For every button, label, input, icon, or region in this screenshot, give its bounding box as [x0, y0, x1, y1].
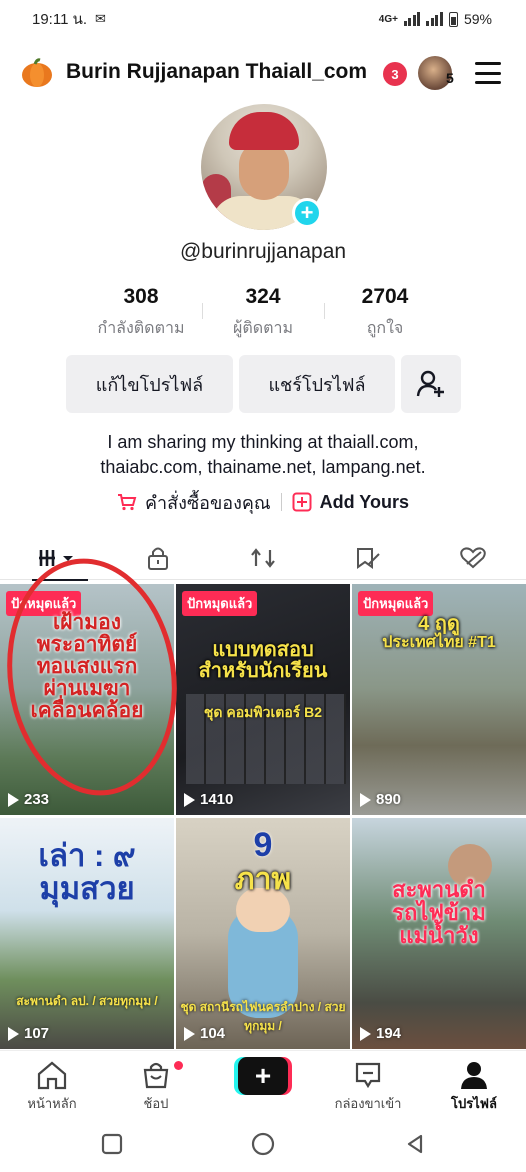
orders-link[interactable]: คำสั่งซื้อของคุณ [117, 488, 271, 517]
nav-profile[interactable]: โปรไฟล์ [424, 1057, 524, 1114]
saved-icon [356, 548, 380, 569]
profile-header: Burin Rujjanapan Thaiall_com 3 5 [0, 50, 526, 96]
nav-home[interactable]: หน้าหลัก [2, 1057, 102, 1114]
play-icon [184, 792, 195, 807]
nav-label: โปรไฟล์ [451, 1096, 497, 1111]
nav-shop[interactable]: ช้อป [106, 1057, 206, 1114]
signal-icon-2 [426, 12, 443, 26]
network-label: 4G+ [378, 13, 398, 25]
shop-bag-icon [143, 1062, 169, 1089]
video-title: 4 ฤดู ประเทศไทย #T1 [382, 613, 496, 651]
stat-followers[interactable]: 324 ผู้ติดตาม [202, 285, 324, 341]
stat-label: กำลังติดตาม [97, 320, 185, 337]
notification-badge: 3 [383, 62, 407, 86]
play-icon [184, 1026, 195, 1041]
nav-label: หน้าหลัก [27, 1096, 77, 1111]
back-icon[interactable] [404, 1133, 426, 1155]
add-avatar-icon[interactable]: + [292, 198, 322, 228]
bottom-navigation: หน้าหลัก ช้อป + กล่องขาเข้า โปรไฟล์ [0, 1050, 526, 1120]
plus-icon: + [238, 1057, 288, 1095]
stat-label: ถูกใจ [366, 320, 404, 337]
add-user-icon [416, 370, 444, 397]
video-tile[interactable]: สะพานดำ รถไฟข้าม แม่น้ำวัง 194 [352, 818, 526, 1049]
stat-following[interactable]: 308 กำลังติดตาม [80, 285, 202, 341]
video-title: สะพานดำ รถไฟข้าม แม่น้ำวัง [392, 877, 486, 949]
edit-profile-button[interactable]: แก้ไขโปรไฟล์ [66, 355, 233, 413]
add-yours-label: Add Yours [319, 491, 409, 512]
lock-icon [147, 547, 168, 570]
bio-line: thaiabc.com, thainame.net, lampang.net. [100, 457, 426, 477]
shop-notification-dot [174, 1061, 183, 1070]
battery-percent: 59% [463, 11, 492, 27]
create-button[interactable]: + [234, 1057, 292, 1095]
profile-links: คำสั่งซื้อของคุณ Add Yours [0, 488, 526, 516]
system-navigation [0, 1120, 526, 1172]
video-title: 9 ภาพ [234, 826, 292, 896]
view-count: 107 [8, 1025, 49, 1042]
friends-count: 5 [446, 70, 454, 86]
inbox-icon [355, 1062, 381, 1089]
profile-icon [461, 1062, 487, 1089]
nav-label: กล่องขาเข้า [334, 1096, 402, 1111]
stat-likes[interactable]: 2704 ถูกใจ [324, 285, 446, 341]
nav-label: ช้อป [143, 1096, 169, 1111]
username: @burinrujjanapan [179, 240, 347, 263]
repost-icon [250, 548, 275, 568]
battery-icon [448, 11, 458, 27]
view-count: 890 [360, 791, 401, 808]
share-profile-button[interactable]: แชร์โปรไฟล์ [239, 355, 395, 413]
view-count: 1410 [184, 791, 233, 808]
orders-label: คำสั่งซื้อของคุณ [145, 492, 271, 513]
video-caption: ชุด คอมพิวเตอร์ B2 [203, 704, 323, 720]
account-switcher-title[interactable]: Burin Rujjanapan Thaiall_com [66, 60, 367, 84]
video-tile[interactable]: ปักหมุดแล้ว 4 ฤดู ประเทศไทย #T1 890 [352, 584, 526, 815]
play-icon [8, 1026, 19, 1041]
bio-line: I am sharing my thinking at thaiall.com, [107, 432, 419, 452]
video-tile[interactable]: 9 ภาพ ชุด สถานีรถไฟนครลำปาง / สวยทุกมุม … [176, 818, 350, 1049]
video-title: แบบทดสอบ สำหรับนักเรียน [198, 639, 328, 682]
home-icon [37, 1061, 67, 1090]
tab-reposts[interactable] [210, 536, 315, 580]
view-count: 104 [184, 1025, 225, 1042]
stat-value: 308 [123, 285, 159, 308]
stat-value: 324 [245, 285, 281, 308]
play-icon [8, 792, 19, 807]
home-circle-icon[interactable] [251, 1132, 275, 1156]
add-friend-button[interactable] [401, 355, 461, 413]
recent-apps-icon[interactable] [101, 1133, 123, 1155]
video-tile[interactable]: ปักหมุดแล้ว แบบทดสอบ สำหรับนักเรียน ชุด … [176, 584, 350, 815]
play-icon [360, 792, 371, 807]
signal-icon [403, 12, 421, 26]
video-tile[interactable]: เล่า : ๙ มุมสวย สะพานดำ ลป. / สวยทุกมุม … [0, 818, 174, 1049]
profile-actions: แก้ไขโปรไฟล์ แชร์โปรไฟล์ [0, 355, 526, 413]
mail-icon: ✉ [95, 11, 106, 26]
pumpkin-icon [22, 58, 52, 87]
menu-icon[interactable] [475, 62, 501, 84]
play-icon [360, 1026, 371, 1041]
stat-label: ผู้ติดตาม [232, 320, 294, 337]
pinned-badge: ปักหมุดแล้ว [182, 591, 258, 616]
status-bar: 19:11 น. ✉ 4G+ 59% [0, 0, 526, 38]
profile-stats: 308 กำลังติดตาม 324 ผู้ติดตาม 2704 ถูกใจ [80, 285, 446, 341]
tab-liked[interactable] [420, 536, 525, 580]
video-title: เล่า : ๙ มุมสวย [38, 838, 136, 906]
tab-saved[interactable] [315, 536, 420, 580]
profile-bio: I am sharing my thinking at thaiall.com,… [0, 430, 526, 480]
video-caption: สะพานดำ ลป. / สวยทุกมุม / [16, 994, 158, 1008]
add-yours-icon [292, 492, 312, 512]
view-count: 233 [8, 791, 49, 808]
nav-inbox[interactable]: กล่องขาเข้า [318, 1057, 418, 1114]
liked-icon [459, 547, 486, 569]
cart-icon [118, 494, 137, 511]
status-time: 19:11 น. [32, 11, 88, 28]
view-count: 194 [360, 1025, 401, 1042]
add-yours-link[interactable]: Add Yours [292, 492, 409, 513]
stat-value: 2704 [361, 285, 409, 308]
